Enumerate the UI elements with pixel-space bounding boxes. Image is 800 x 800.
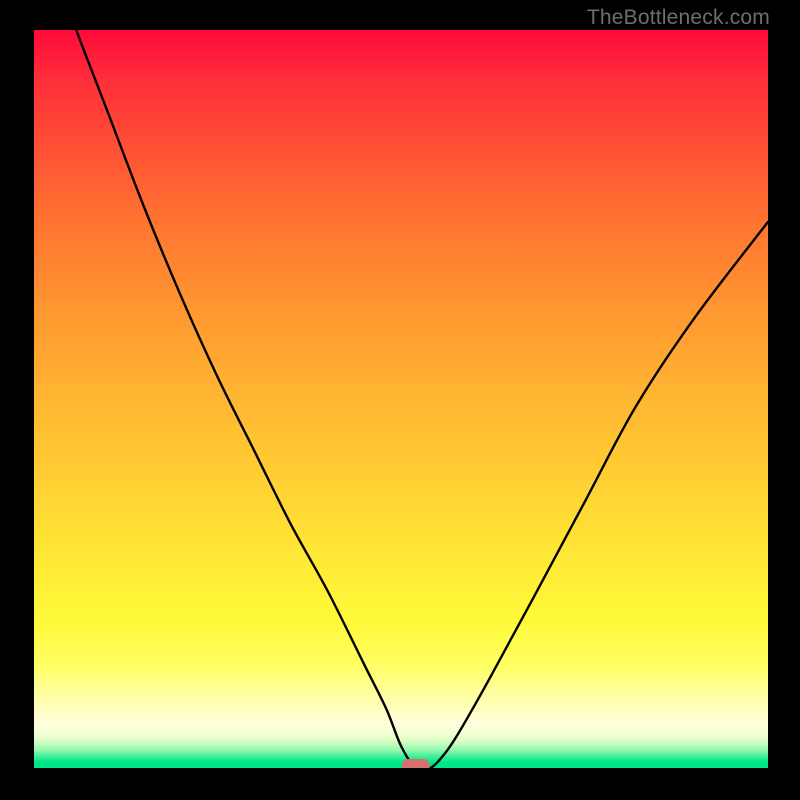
watermark-text: TheBottleneck.com [587, 6, 770, 30]
chart-frame: TheBottleneck.com [0, 0, 800, 800]
plot-area [34, 30, 768, 768]
bottleneck-curve [34, 30, 768, 768]
curve-svg [34, 30, 768, 768]
minimum-marker [402, 759, 430, 768]
